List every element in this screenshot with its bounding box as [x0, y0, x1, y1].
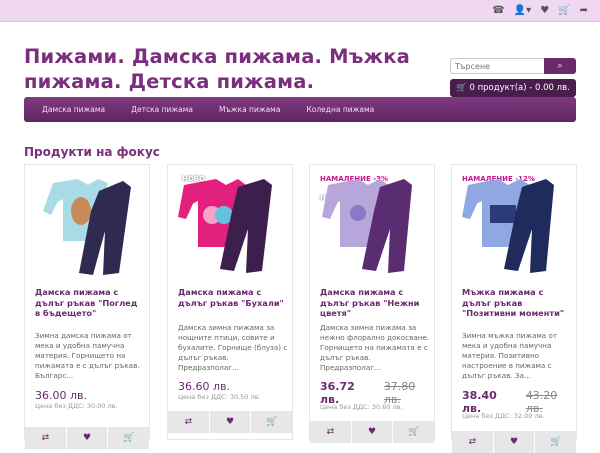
product-price: 36.00 лв. — [35, 389, 87, 402]
wishlist-button[interactable]: ♥ — [67, 427, 109, 449]
cart-summary: 0 продукт(а) - 0.00 лв. — [469, 83, 570, 93]
search-button[interactable]: ⌕ — [544, 58, 576, 74]
product-grid: Дамска пижама с дълъг ръкав "Поглед в бъ… — [24, 164, 584, 453]
product-actions: ⇄ ♥ 🛒 — [168, 411, 292, 433]
search-icon: ⌕ — [557, 61, 563, 71]
compare-button[interactable]: ⇄ — [25, 427, 67, 449]
cart-button[interactable]: 🛒 0 продукт(а) - 0.00 лв. — [450, 79, 576, 97]
nav-item-men[interactable]: Мъжка пижама — [219, 105, 280, 114]
cart-icon: 🛒 — [456, 83, 467, 93]
product-title[interactable]: Дамска пижама с дълъг ръкав "Поглед в бъ… — [35, 287, 145, 319]
product-title[interactable]: Дамска пижама с дълъг ръкав "Нежни цветя… — [320, 287, 430, 319]
product-card: НАМАЛЕНИЕ -12% Мъжка пижама с дълъг ръка… — [451, 164, 577, 453]
search-input[interactable] — [450, 58, 544, 74]
header: Пижами. Дамска пижама. Мъжка пижама. Дет… — [0, 22, 600, 100]
product-price: 36.60 лв. — [178, 380, 230, 393]
section-title: Продукти на фокус — [24, 145, 160, 159]
site-title[interactable]: Пижами. Дамска пижама. Мъжка пижама. Дет… — [24, 44, 424, 94]
wishlist-button[interactable]: ♥ — [210, 411, 252, 433]
main-nav: Дамска пижама Детска пижама Мъжка пижама… — [24, 97, 576, 122]
product-description: Дамска зимна пижама за нощните птици, со… — [178, 323, 288, 372]
product-actions: ⇄ ♥ 🛒 — [25, 427, 149, 449]
price-without-vat: Цена без ДДС: 30.60 лв. — [320, 403, 403, 411]
compare-button[interactable]: ⇄ — [310, 421, 352, 443]
price-current: 36.60 лв. — [178, 380, 230, 393]
phone-icon[interactable]: ☎ — [492, 4, 504, 17]
heart-icon[interactable]: ♥ — [540, 4, 549, 17]
top-bar: ☎ 👤▾ ♥ 🛒 ➦ — [0, 0, 600, 22]
nav-item-kids[interactable]: Детска пижама — [131, 105, 193, 114]
product-image[interactable]: НОВО — [168, 165, 292, 281]
user-icon[interactable]: 👤▾ — [514, 4, 531, 17]
price-without-vat: Цена без ДДС: 30.50 лв. — [178, 393, 261, 401]
compare-button[interactable]: ⇄ — [168, 411, 210, 433]
cart-icon[interactable]: 🛒 — [558, 4, 570, 17]
product-card: НАМАЛЕНИЕ -3% НОВО Дамска пижама с дълъг… — [309, 164, 435, 443]
product-description: Зимна дамска пижама от мека и удобна пам… — [35, 331, 140, 380]
nav-item-women[interactable]: Дамска пижама — [42, 105, 105, 114]
price-without-vat: Цена без ДДС: 30.00 лв. — [35, 402, 118, 410]
product-description: Зимна мъжка пижама от мека и удобна паму… — [462, 331, 558, 380]
search-bar: ⌕ — [450, 58, 576, 74]
nav-item-christmas[interactable]: Коледна пижама — [306, 105, 374, 114]
product-card: НОВО Дамска пижама с дълъг ръкав "Бухали… — [167, 164, 293, 440]
product-title[interactable]: Мъжка пижама с дълъг ръкав "Позитивни мо… — [462, 287, 572, 319]
add-to-cart-button[interactable]: 🛒 — [251, 411, 292, 433]
product-card: Дамска пижама с дълъг ръкав "Поглед в бъ… — [24, 164, 150, 449]
product-description: Дамска зимна пижама за нежно флорално до… — [320, 323, 430, 372]
add-to-cart-button[interactable]: 🛒 — [393, 421, 434, 443]
add-to-cart-button[interactable]: 🛒 — [108, 427, 149, 449]
price-without-vat: Цена без ДДС: 32.00 лв. — [462, 412, 545, 420]
product-actions: ⇄ ♥ 🛒 — [310, 421, 434, 443]
product-title[interactable]: Дамска пижама с дълъг ръкав "Бухали" — [178, 287, 288, 308]
product-image[interactable]: НАМАЛЕНИЕ -12% — [452, 165, 576, 281]
share-icon[interactable]: ➦ — [580, 4, 588, 17]
product-image[interactable] — [25, 165, 149, 281]
top-icons: ☎ 👤▾ ♥ 🛒 ➦ — [492, 4, 588, 17]
wishlist-button[interactable]: ♥ — [352, 421, 394, 443]
price-current: 36.00 лв. — [35, 389, 87, 402]
product-image[interactable]: НАМАЛЕНИЕ -3% НОВО — [310, 165, 434, 281]
